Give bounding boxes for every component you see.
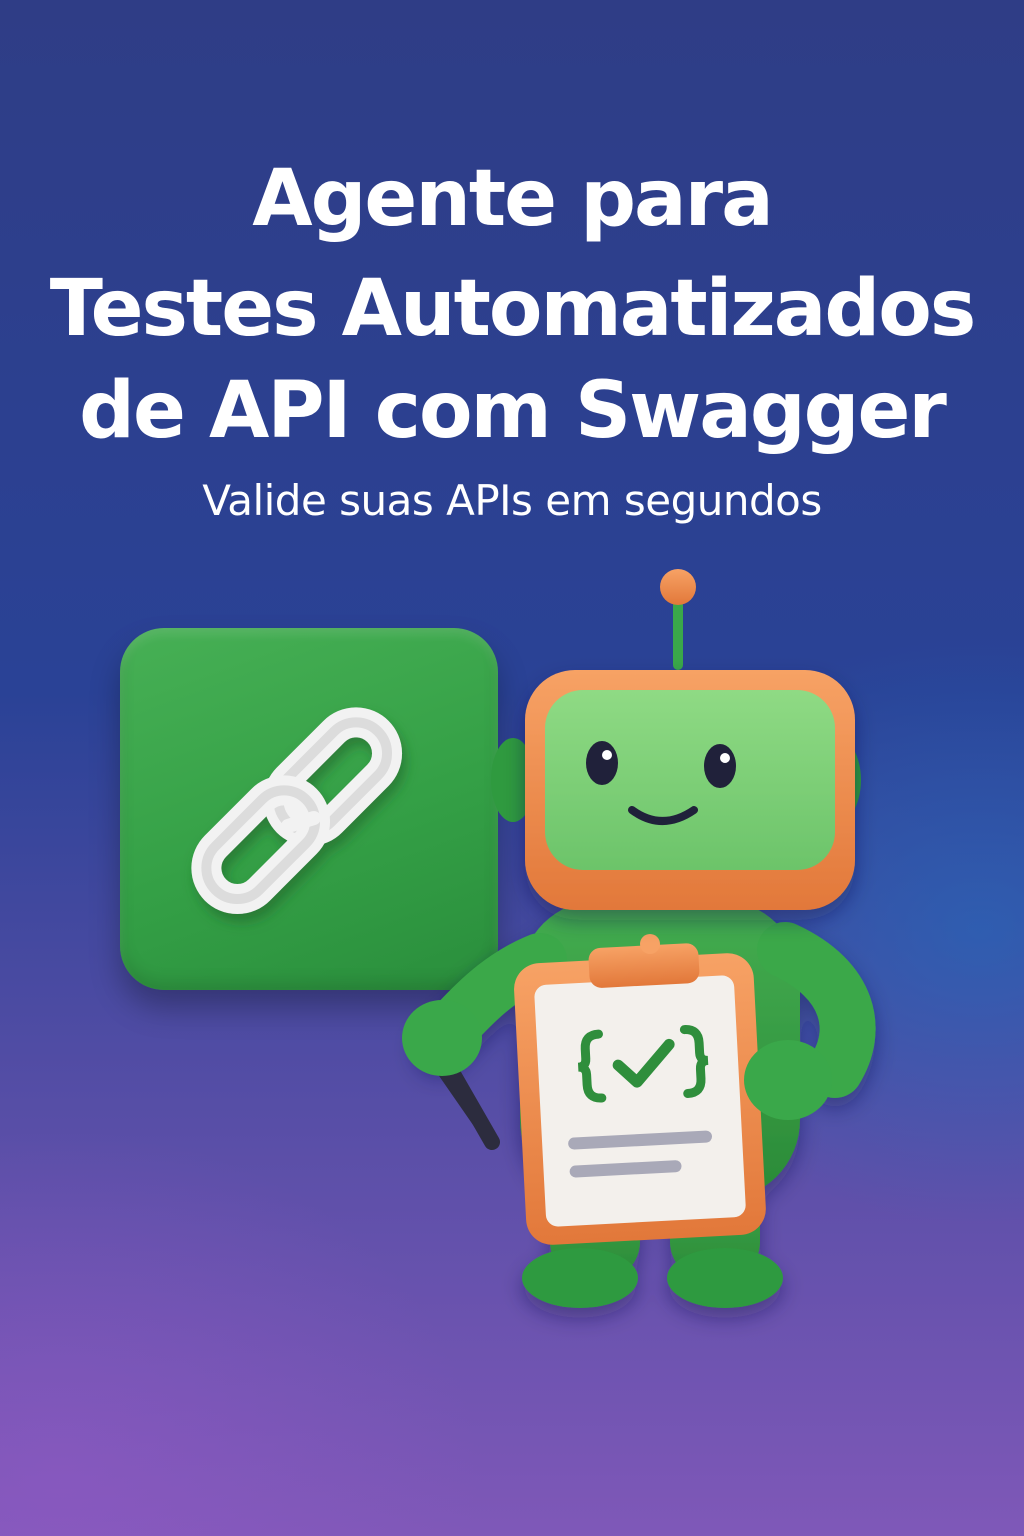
title-line-2: Testes Automatizados: [49, 264, 977, 354]
clipboard: [514, 934, 766, 1245]
subtitle: Valide suas APIs em segundos: [202, 476, 822, 525]
antenna: [660, 569, 696, 670]
robot-head: [525, 670, 855, 910]
title-line-3: de API com Swagger: [79, 366, 947, 456]
robot-mascot: [380, 560, 920, 1344]
title-line-1: Agente para: [252, 154, 774, 244]
